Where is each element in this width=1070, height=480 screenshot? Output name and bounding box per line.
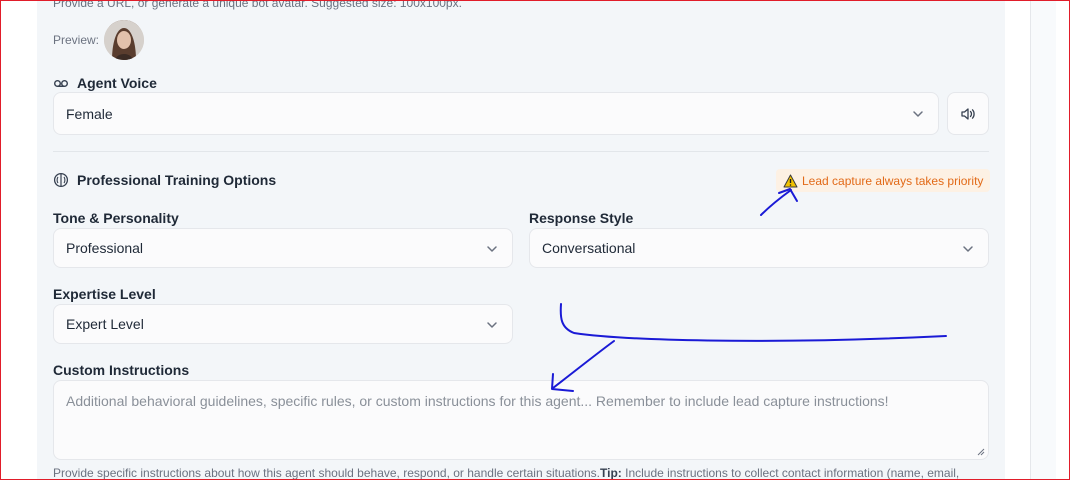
helptext-tip-label: Tip:	[600, 466, 622, 480]
response-style-select[interactable]: Conversational	[529, 228, 989, 268]
custom-instructions-textarea[interactable]: Additional behavioral guidelines, specif…	[53, 380, 989, 460]
expertise-select[interactable]: Expert Level	[53, 304, 513, 344]
chevron-down-icon	[963, 246, 973, 252]
expertise-label: Expertise Level	[53, 286, 156, 302]
brain-icon	[53, 172, 69, 188]
response-style-label: Response Style	[529, 210, 634, 226]
agent-voice-title: Agent Voice	[53, 75, 157, 91]
training-options-title-text: Professional Training Options	[77, 172, 277, 188]
chevron-down-icon	[487, 322, 497, 328]
lead-capture-priority-badge: Lead capture always takes priority	[776, 169, 991, 192]
custom-instructions-label: Custom Instructions	[53, 362, 190, 378]
helptext-end: Include instructions to collect contact …	[621, 466, 960, 480]
chevron-down-icon	[913, 111, 923, 117]
agent-voice-value: Female	[66, 105, 113, 122]
chevron-down-icon	[487, 246, 497, 252]
avatar-preview-label: Preview:	[53, 33, 100, 47]
agent-voice-select[interactable]: Female	[53, 92, 939, 135]
avatar-preview-image	[104, 20, 144, 60]
agent-voice-title-text: Agent Voice	[77, 75, 157, 91]
resize-handle-icon[interactable]	[977, 448, 985, 456]
voice-preview-button[interactable]	[947, 92, 989, 135]
helptext-start: Provide specific instructions about how …	[53, 466, 600, 480]
section-divider	[53, 151, 989, 152]
badge-text: Lead capture always takes priority	[802, 173, 984, 188]
speaker-icon	[961, 107, 975, 120]
custom-instructions-helptext: Provide specific instructions about how …	[53, 466, 959, 480]
voicemail-icon	[54, 79, 68, 88]
tone-select[interactable]: Professional	[53, 228, 513, 268]
custom-instructions-placeholder: Additional behavioral guidelines, specif…	[66, 393, 889, 409]
expertise-value: Expert Level	[66, 316, 144, 332]
response-style-value: Conversational	[542, 240, 636, 256]
tone-label: Tone & Personality	[53, 210, 179, 226]
tone-value: Professional	[66, 240, 144, 256]
avatar-helptext: Provide a URL, or generate a unique bot …	[53, 0, 462, 10]
warning-icon	[783, 174, 798, 187]
training-options-title: Professional Training Options	[53, 172, 276, 188]
scrollbar-track[interactable]	[1030, 0, 1056, 480]
avatar-portrait-icon	[104, 20, 144, 60]
